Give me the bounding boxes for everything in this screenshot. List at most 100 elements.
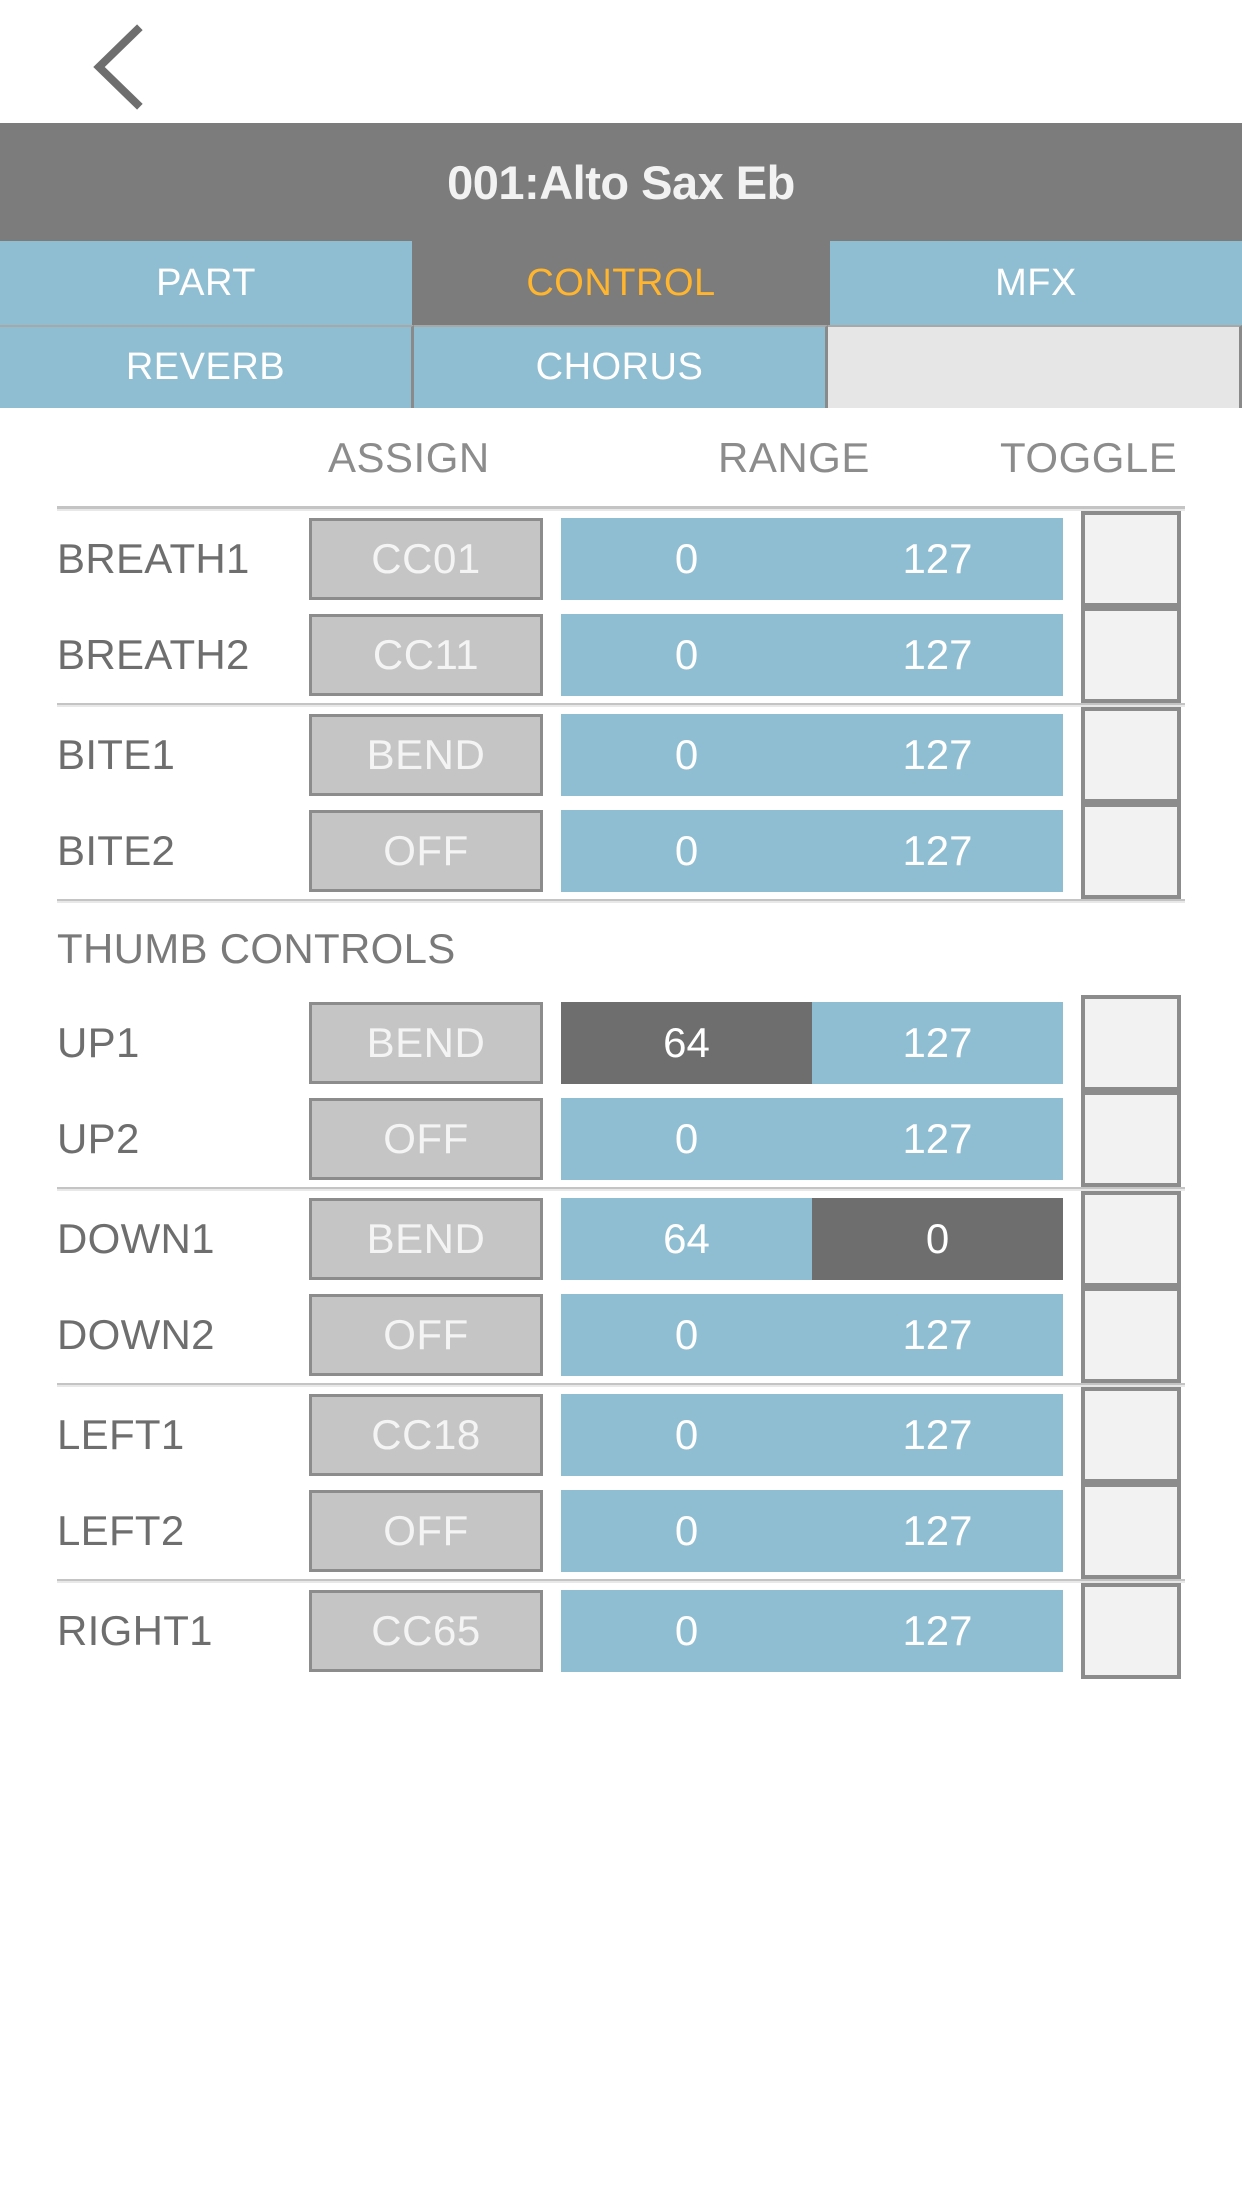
range-slider-right1[interactable]: 0 127: [561, 1590, 1063, 1672]
assign-value: CC18: [371, 1411, 481, 1458]
range-high-value[interactable]: 127: [812, 1394, 1063, 1476]
toggle-checkbox-up2[interactable]: [1081, 1091, 1181, 1187]
tab-mfx[interactable]: MFX: [830, 241, 1242, 325]
tab-label: MFX: [995, 261, 1077, 304]
toggle-checkbox-up1[interactable]: [1081, 995, 1181, 1091]
parameter-row-up2: UP2 OFF 0 127: [0, 1091, 1242, 1187]
range-low-value[interactable]: 0: [561, 1394, 812, 1476]
parameter-row-up1: UP1 BEND 64 127: [0, 995, 1242, 1091]
parameter-label: BITE1: [57, 731, 176, 778]
assign-value: OFF: [383, 827, 469, 874]
tab-part[interactable]: PART: [0, 241, 415, 325]
assign-button-left2[interactable]: OFF: [309, 1490, 543, 1572]
toggle-checkbox-left1[interactable]: [1081, 1387, 1181, 1483]
toggle-checkbox-down2[interactable]: [1081, 1287, 1181, 1383]
range-high-value[interactable]: 127: [812, 810, 1063, 892]
assign-button-up2[interactable]: OFF: [309, 1098, 543, 1180]
range-high-value[interactable]: 127: [812, 614, 1063, 696]
tab-empty: [828, 325, 1242, 408]
toggle-checkbox-right1[interactable]: [1081, 1583, 1181, 1679]
tab-chorus[interactable]: CHORUS: [414, 325, 828, 408]
tab-control[interactable]: CONTROL: [415, 241, 830, 325]
assign-button-breath1[interactable]: CC01: [309, 518, 543, 600]
assign-value: OFF: [383, 1311, 469, 1358]
parameter-row-left2: LEFT2 OFF 0 127: [0, 1483, 1242, 1579]
range-low-value[interactable]: 64: [561, 1198, 812, 1280]
column-header-row: ASSIGN RANGE TOGGLE: [0, 408, 1242, 506]
range-slider-up1[interactable]: 64 127: [561, 1002, 1063, 1084]
toggle-checkbox-bite1[interactable]: [1081, 707, 1181, 803]
range-high-value[interactable]: 127: [812, 1098, 1063, 1180]
range-slider-breath1[interactable]: 0 127: [561, 518, 1063, 600]
range-low-value[interactable]: 0: [561, 1490, 812, 1572]
back-button[interactable]: [62, 22, 172, 112]
range-high-value[interactable]: 127: [812, 1294, 1063, 1376]
assign-button-down2[interactable]: OFF: [309, 1294, 543, 1376]
assign-button-breath2[interactable]: CC11: [309, 614, 543, 696]
assign-value: BEND: [366, 1215, 486, 1262]
range-high-value[interactable]: 127: [812, 1490, 1063, 1572]
tab-label: REVERB: [125, 346, 286, 388]
parameter-row-down1: DOWN1 BEND 64 0: [0, 1191, 1242, 1287]
range-low-value[interactable]: 0: [561, 810, 812, 892]
parameter-row-breath2: BREATH2 CC11 0 127: [0, 607, 1242, 703]
parameter-row-breath1: BREATH1 CC01 0 127: [0, 511, 1242, 607]
assign-button-left1[interactable]: CC18: [309, 1394, 543, 1476]
patch-title: 001:Alto Sax Eb: [447, 155, 795, 209]
column-header-range: RANGE: [718, 434, 870, 481]
assign-button-right1[interactable]: CC65: [309, 1590, 543, 1672]
assign-button-bite2[interactable]: OFF: [309, 810, 543, 892]
range-low-value[interactable]: 0: [561, 614, 812, 696]
column-header-toggle: TOGGLE: [1000, 434, 1178, 481]
range-high-value[interactable]: 127: [812, 714, 1063, 796]
range-high-value[interactable]: 0: [812, 1198, 1063, 1280]
range-low-value[interactable]: 0: [561, 714, 812, 796]
tab-label: PART: [156, 261, 256, 304]
top-navigation-bar: [0, 0, 1242, 123]
tab-reverb[interactable]: REVERB: [0, 325, 414, 408]
assign-button-up1[interactable]: BEND: [309, 1002, 543, 1084]
assign-value: BEND: [366, 731, 486, 778]
range-low-value[interactable]: 64: [561, 1002, 812, 1084]
range-slider-bite2[interactable]: 0 127: [561, 810, 1063, 892]
toggle-checkbox-breath1[interactable]: [1081, 511, 1181, 607]
range-high-value[interactable]: 127: [812, 1002, 1063, 1084]
range-low-value[interactable]: 0: [561, 1590, 812, 1672]
toggle-checkbox-down1[interactable]: [1081, 1191, 1181, 1287]
range-slider-bite1[interactable]: 0 127: [561, 714, 1063, 796]
toggle-checkbox-left2[interactable]: [1081, 1483, 1181, 1579]
parameter-label: RIGHT1: [57, 1607, 213, 1654]
assign-value: BEND: [366, 1019, 486, 1066]
parameter-row-bite2: BITE2 OFF 0 127: [0, 803, 1242, 899]
range-high-value[interactable]: 127: [812, 518, 1063, 600]
range-high-value[interactable]: 127: [812, 1590, 1063, 1672]
tab-label: CONTROL: [526, 261, 716, 304]
range-slider-down2[interactable]: 0 127: [561, 1294, 1063, 1376]
range-slider-up2[interactable]: 0 127: [561, 1098, 1063, 1180]
toggle-checkbox-breath2[interactable]: [1081, 607, 1181, 703]
range-low-value[interactable]: 0: [561, 1294, 812, 1376]
parameter-label: BITE2: [57, 827, 176, 874]
range-slider-down1[interactable]: 64 0: [561, 1198, 1063, 1280]
parameter-label: UP1: [57, 1019, 140, 1066]
assign-value: CC11: [372, 631, 480, 678]
range-low-value[interactable]: 0: [561, 518, 812, 600]
range-slider-breath2[interactable]: 0 127: [561, 614, 1063, 696]
assign-button-bite1[interactable]: BEND: [309, 714, 543, 796]
parameter-label: LEFT2: [57, 1507, 185, 1554]
section-label-thumb-controls: THUMB CONTROLS: [57, 925, 456, 972]
secondary-tab-bar: REVERB CHORUS: [0, 325, 1242, 408]
assign-button-down1[interactable]: BEND: [309, 1198, 543, 1280]
parameter-row-down2: DOWN2 OFF 0 127: [0, 1287, 1242, 1383]
parameter-row-right1: RIGHT1 CC65 0 127: [0, 1583, 1242, 1679]
range-slider-left2[interactable]: 0 127: [561, 1490, 1063, 1572]
chevron-left-icon: [89, 24, 145, 110]
parameter-label: BREATH1: [57, 535, 250, 582]
control-parameter-list: ASSIGN RANGE TOGGLE BREATH1 CC01 0 127 BREAT…: [0, 408, 1242, 1679]
range-low-value[interactable]: 0: [561, 1098, 812, 1180]
parameter-label: BREATH2: [57, 631, 250, 678]
parameter-label: UP2: [57, 1115, 140, 1162]
range-slider-left1[interactable]: 0 127: [561, 1394, 1063, 1476]
parameter-label: LEFT1: [57, 1411, 185, 1458]
toggle-checkbox-bite2[interactable]: [1081, 803, 1181, 899]
